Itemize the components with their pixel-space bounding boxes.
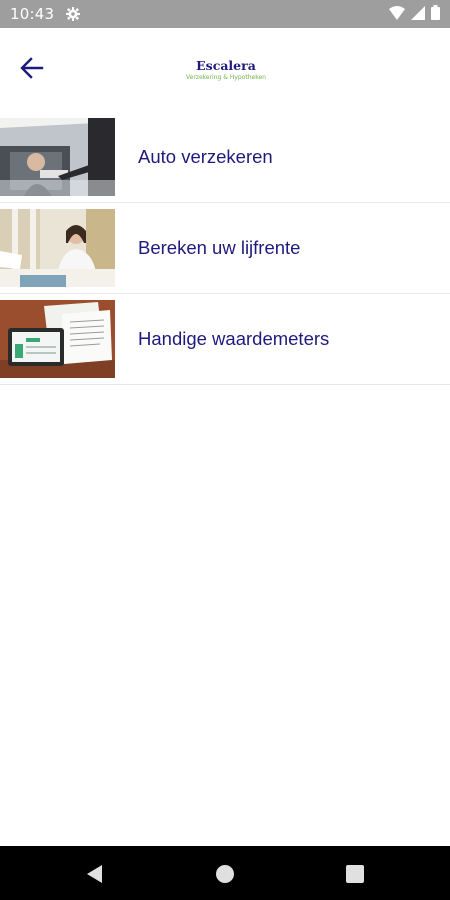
- woman-at-desk-photo: [0, 209, 115, 287]
- man-in-car-photo: [0, 118, 115, 196]
- system-navigation-bar: [0, 846, 450, 900]
- recents-square-icon: [344, 865, 366, 889]
- logo: Escalera Verzekering & Hypotheken: [176, 58, 276, 82]
- nav-recents-button[interactable]: [344, 863, 366, 885]
- app-bar: Escalera Verzekering & Hypotheken: [0, 28, 450, 112]
- menu-item-label: Bereken uw lijfrente: [138, 237, 301, 258]
- gear-icon: [66, 6, 82, 22]
- status-time: 10:43: [10, 5, 55, 23]
- arrow-left-icon: [20, 57, 44, 83]
- signal-icon: [411, 5, 425, 24]
- back-triangle-icon: [84, 865, 106, 889]
- wifi-icon: [389, 5, 405, 24]
- nav-home-button[interactable]: [214, 863, 236, 885]
- menu-item-auto-verzekeren[interactable]: Auto verzekeren: [0, 112, 450, 203]
- menu-item-label: Handige waardemeters: [138, 328, 330, 349]
- menu-item-handige-waardemeters[interactable]: Handige waardemeters: [0, 294, 450, 385]
- battery-icon: [431, 4, 440, 24]
- menu-item-bereken-lijfrente[interactable]: Bereken uw lijfrente: [0, 203, 450, 294]
- menu-item-label: Auto verzekeren: [138, 146, 273, 167]
- tablet-and-documents-photo: [0, 300, 115, 378]
- nav-back-button[interactable]: [84, 863, 106, 885]
- home-circle-icon: [214, 865, 236, 889]
- menu-list: Auto verzekeren Bereken uw lijfrente Han…: [0, 112, 450, 385]
- logo-subtitle: Verzekering & Hypotheken: [186, 74, 266, 81]
- status-bar: 10:43: [0, 0, 450, 28]
- back-button[interactable]: [12, 52, 52, 88]
- logo-title: Escalera: [196, 58, 256, 73]
